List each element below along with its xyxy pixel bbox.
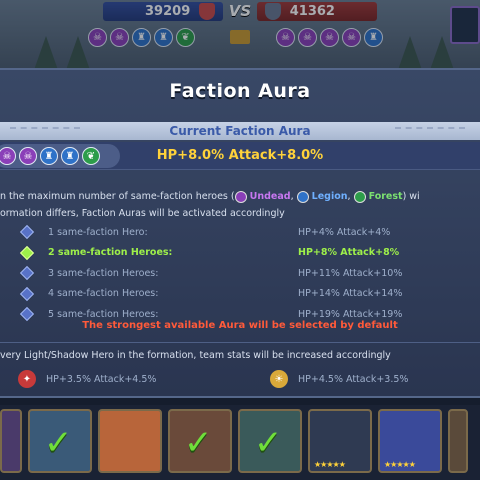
- forest-inline-icon: [353, 190, 366, 203]
- selected-check-icon: ✓: [44, 423, 73, 463]
- forest-label: Forest: [368, 191, 403, 202]
- light-bonus-stat: HP+3.5% Attack+4.5%: [46, 373, 157, 385]
- light-bonus: ✦ HP+3.5% Attack+4.5%: [18, 370, 156, 388]
- diamond-bullet-icon: [19, 245, 35, 260]
- current-aura-label: Current Faction Aura: [169, 124, 311, 138]
- aura-tier-row: 4 same-faction Heroes: HP+14% Attack+14%: [14, 284, 466, 304]
- hero-card[interactable]: [98, 409, 162, 473]
- hero-stars-icon: ★★★★★: [314, 460, 346, 469]
- undead-label: Undead: [249, 191, 291, 202]
- selected-check-icon: ✓: [254, 423, 283, 463]
- hero-selection-strip: ✓ ✓ ✓ ★★★★★ ★★★★★: [0, 405, 480, 480]
- legion-label: Legion: [311, 191, 348, 202]
- diamond-bullet-icon: [19, 286, 35, 301]
- shadow-bonus-stat: HP+4.5% Attack+3.5%: [298, 373, 409, 385]
- shadow-faction-icon: ☀: [270, 370, 288, 388]
- section-divider: [0, 342, 480, 343]
- panel-title: Faction Aura: [169, 80, 311, 102]
- aura-tier-row-active: 2 same-faction Heroes: HP+8% Attack+8%: [14, 243, 466, 263]
- aura-tier-row: 3 same-faction Heroes: HP+11% Attack+10%: [14, 263, 466, 283]
- default-selection-note: The strongest available Aura will be sel…: [82, 320, 398, 331]
- aura-tier-row: 1 same-faction Hero: HP+4% Attack+4%: [14, 222, 466, 242]
- hero-card[interactable]: [448, 409, 468, 473]
- hero-card[interactable]: [0, 409, 22, 473]
- faction-aura-panel: Faction Aura Current Faction Aura ☠ ☠ ♜ …: [0, 68, 480, 398]
- description-line-1: n the maximum number of same-faction her…: [0, 190, 420, 203]
- shadow-bonus: ☀ HP+4.5% Attack+3.5%: [270, 370, 408, 388]
- hero-stars-icon: ★★★★★: [384, 460, 416, 469]
- legion-inline-icon: [296, 190, 309, 203]
- diamond-bullet-icon: [19, 265, 35, 281]
- selected-check-icon: ✓: [184, 423, 213, 463]
- undead-inline-icon: [234, 190, 247, 203]
- hero-card[interactable]: ✓: [28, 409, 92, 473]
- current-aura-stat: HP+8.0% Attack+8.0%: [156, 148, 324, 163]
- hero-card[interactable]: ★★★★★: [308, 409, 372, 473]
- hero-card[interactable]: ✓: [168, 409, 232, 473]
- hero-card[interactable]: ✓: [238, 409, 302, 473]
- faction-aura-description: n the maximum number of same-faction her…: [0, 188, 480, 222]
- hero-card[interactable]: ★★★★★: [378, 409, 442, 473]
- game-screen: 39209 VS 41362 ☠ ☠ ♜ ♜ ❦ ☠ ☠ ☠ ☠ ♜ Facti…: [0, 0, 480, 480]
- light-faction-icon: ✦: [18, 370, 36, 388]
- diamond-bullet-icon: [19, 306, 35, 322]
- aura-tier-list: 1 same-faction Hero: HP+4% Attack+4% 2 s…: [14, 222, 466, 325]
- description-line-2: ormation differs, Faction Auras will be …: [0, 208, 285, 219]
- diamond-bullet-icon: [19, 224, 35, 240]
- light-shadow-description: very Light/Shadow Hero in the formation,…: [0, 350, 391, 361]
